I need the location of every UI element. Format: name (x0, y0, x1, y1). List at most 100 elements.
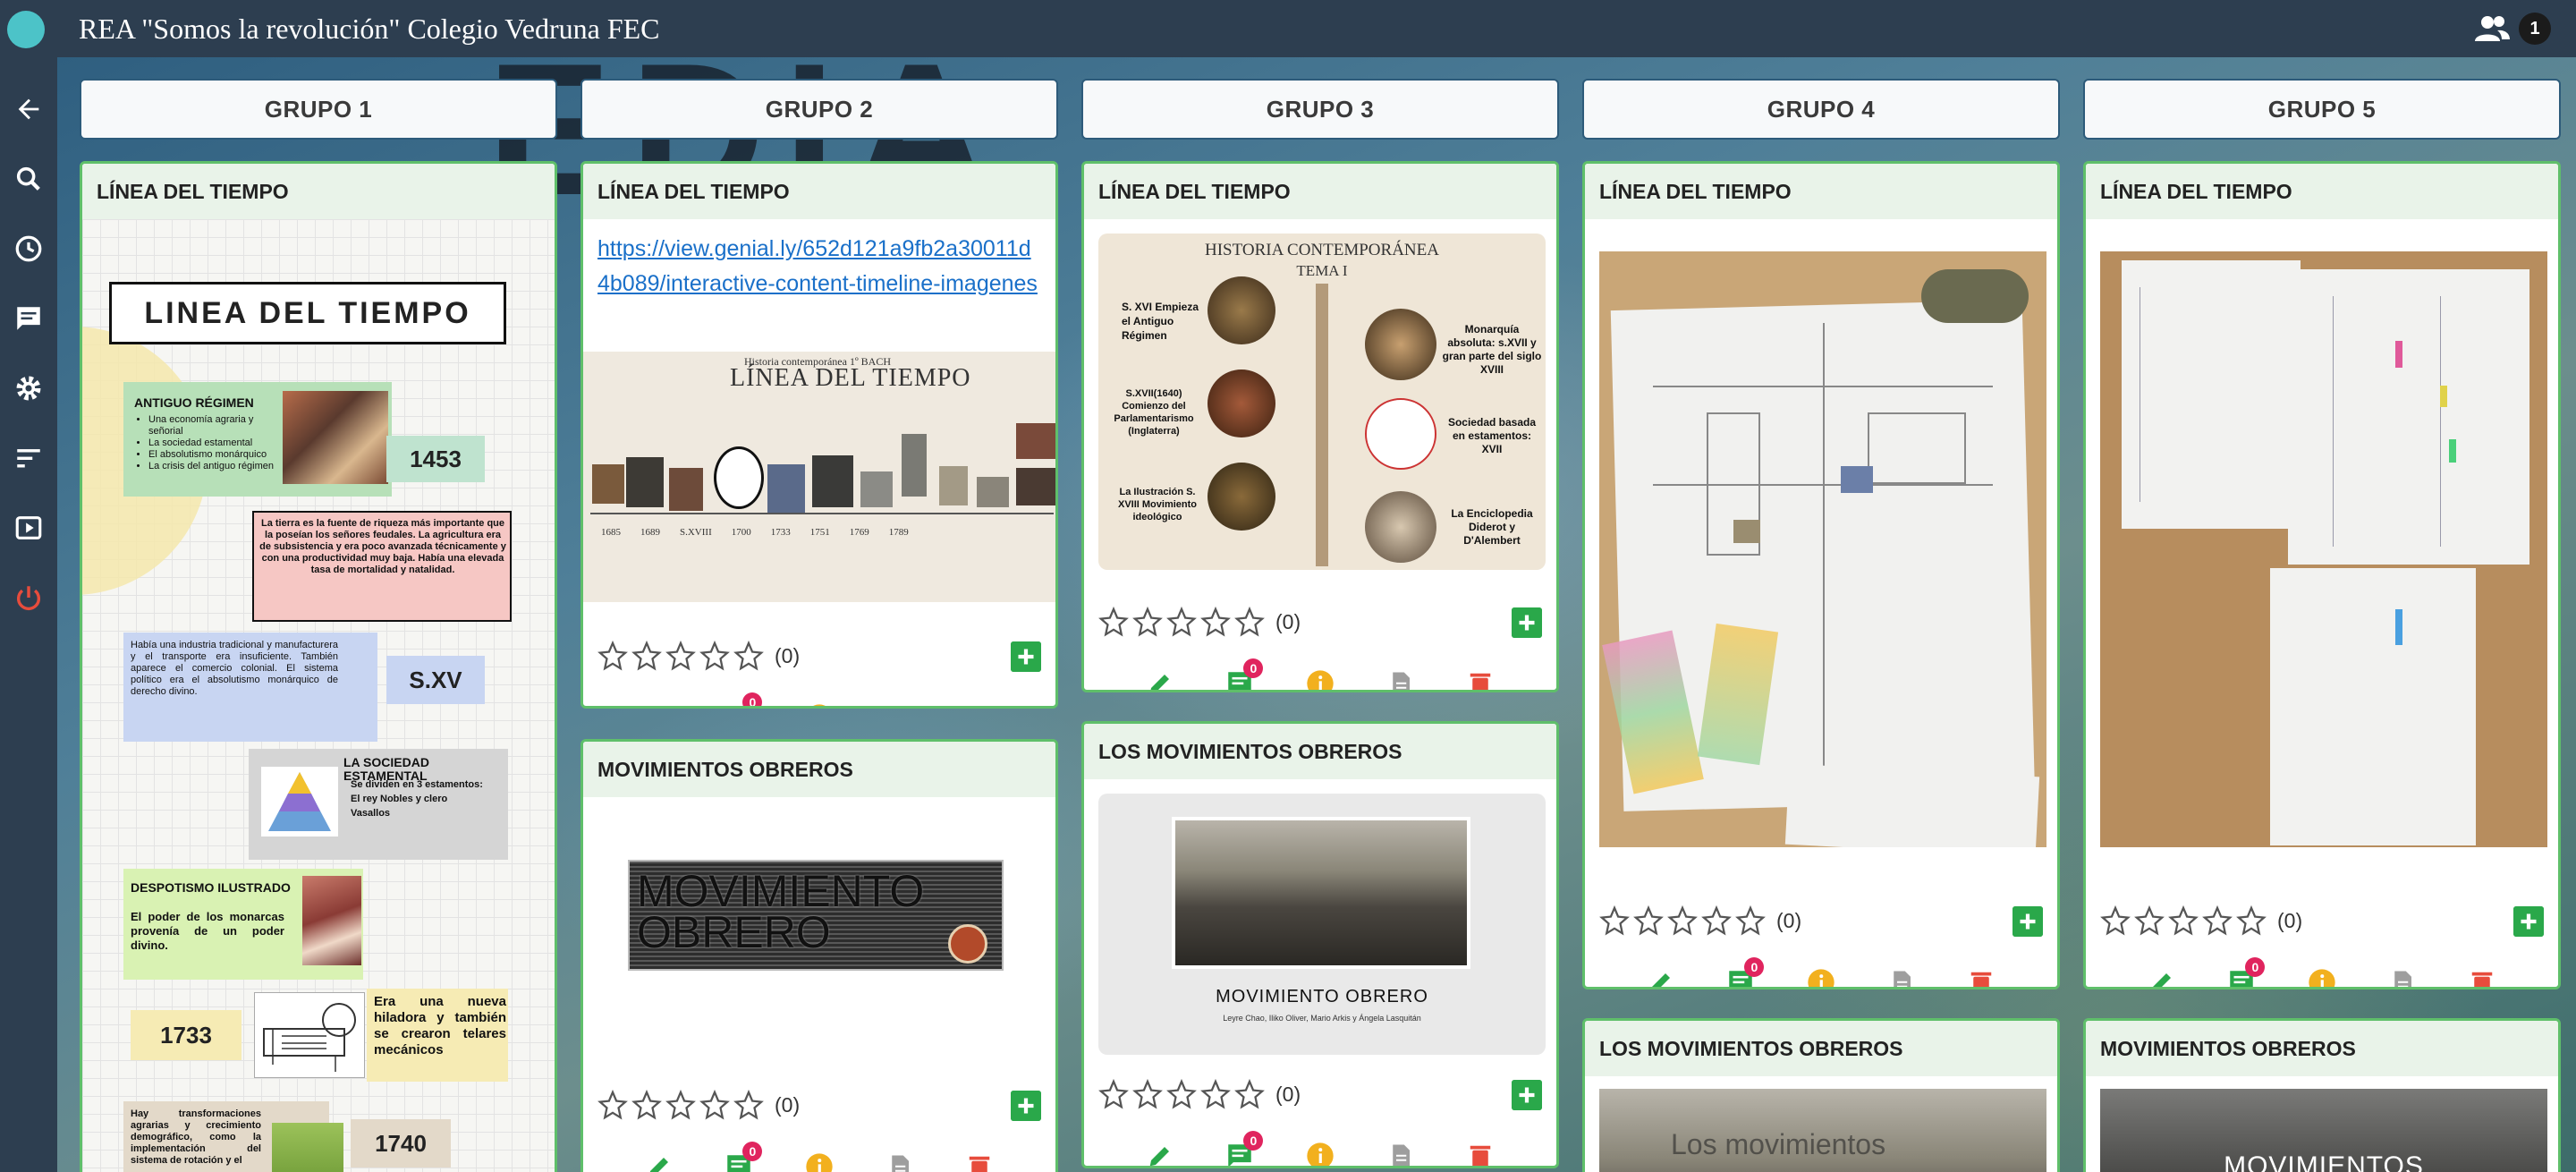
historia-contemporanea-image[interactable]: HISTORIA CONTEMPORÁNEA TEMA I S. XVI Emp… (1098, 234, 1546, 570)
document-icon[interactable] (1385, 1140, 1417, 1166)
info-icon[interactable] (1304, 1140, 1336, 1166)
star-icon[interactable] (2202, 905, 2233, 936)
star-icon[interactable] (733, 641, 764, 671)
add-comment-icon[interactable] (1512, 607, 1542, 638)
delete-icon[interactable] (963, 1151, 996, 1172)
info-icon[interactable] (2306, 966, 2338, 987)
add-comment-icon[interactable] (1512, 1080, 1542, 1110)
post-card[interactable]: LOS MOVIMIENTOS OBREROS MOVIMIENTO OBRER… (1081, 721, 1559, 1168)
info-icon[interactable] (803, 701, 835, 706)
delete-icon[interactable] (1965, 966, 1997, 987)
star-icon[interactable] (1667, 905, 1698, 936)
post-card[interactable]: LÍNEA DEL TIEMPO (0) 0 (1582, 161, 2060, 989)
info-icon[interactable] (1304, 667, 1336, 690)
star-icon[interactable] (631, 641, 662, 671)
star-rating[interactable]: (0) (1098, 1076, 1301, 1112)
star-icon[interactable] (597, 1090, 628, 1120)
post-card[interactable]: LOS MOVIMIENTOS OBREROS Los movimientos (1582, 1018, 2060, 1172)
star-icon[interactable] (1200, 1079, 1231, 1109)
star-icon[interactable] (699, 641, 730, 671)
group-header-1[interactable]: GRUPO 1 (80, 79, 557, 140)
group-header-3[interactable]: GRUPO 3 (1081, 79, 1559, 140)
star-icon[interactable] (1098, 607, 1129, 637)
genially-link[interactable]: https://view.genial.ly/652d121a9fb2a3001… (583, 219, 1055, 307)
document-icon[interactable] (1885, 966, 1918, 987)
star-icon[interactable] (2168, 905, 2199, 936)
post-card[interactable]: MOVIMIENTOS OBREROS MOVIMIENTOS (2083, 1018, 2561, 1172)
star-icon[interactable] (2236, 905, 2267, 936)
delete-icon[interactable] (2466, 966, 2498, 987)
chat-icon[interactable] (11, 301, 47, 336)
handmade-timeline-photo[interactable] (1599, 251, 2046, 847)
star-icon[interactable] (665, 1090, 696, 1120)
movimientos-image[interactable]: Los movimientos (1599, 1089, 2046, 1172)
info-icon[interactable] (803, 1151, 835, 1172)
image-icon[interactable] (884, 701, 916, 706)
edit-icon[interactable] (1144, 1140, 1176, 1166)
delete-icon[interactable] (1464, 1140, 1496, 1166)
back-icon[interactable] (11, 91, 47, 127)
search-icon[interactable] (11, 161, 47, 197)
app-logo[interactable] (7, 11, 45, 48)
delete-icon[interactable] (963, 701, 996, 706)
star-icon[interactable] (1701, 905, 1732, 936)
add-comment-icon[interactable] (1011, 641, 1041, 672)
star-icon[interactable] (733, 1090, 764, 1120)
star-icon[interactable] (665, 641, 696, 671)
edit-icon[interactable] (1144, 667, 1176, 690)
users-icon[interactable] (2474, 14, 2510, 43)
post-card[interactable]: LÍNEA DEL TIEMPO (0) 0 (2083, 161, 2561, 989)
post-card[interactable]: LÍNEA DEL TIEMPO LINEA DEL TIEMPO ANTIGU… (80, 161, 557, 1172)
star-icon[interactable] (1132, 607, 1163, 637)
star-icon[interactable] (1633, 905, 1664, 936)
star-icon[interactable] (2134, 905, 2165, 936)
comments-icon[interactable]: 0 (1224, 658, 1264, 690)
comments-icon[interactable]: 0 (2225, 957, 2266, 987)
post-card[interactable]: MOVIMIENTOS OBREROS MOVIMIENTO OBRERO (0… (580, 739, 1058, 1172)
group-header-2[interactable]: GRUPO 2 (580, 79, 1058, 140)
add-comment-icon[interactable] (1011, 1091, 1041, 1121)
edit-icon[interactable] (2146, 966, 2178, 987)
delete-icon[interactable] (1464, 667, 1496, 690)
comments-icon[interactable]: 0 (723, 1142, 763, 1172)
edit-icon[interactable] (643, 1151, 675, 1172)
star-icon[interactable] (597, 641, 628, 671)
add-comment-icon[interactable] (2513, 906, 2544, 937)
edit-icon[interactable] (643, 701, 675, 706)
star-icon[interactable] (1166, 607, 1197, 637)
add-comment-icon[interactable] (2012, 906, 2043, 937)
star-icon[interactable] (1166, 1079, 1197, 1109)
star-icon[interactable] (1234, 1079, 1265, 1109)
star-icon[interactable] (1599, 905, 1630, 936)
power-icon[interactable] (11, 580, 47, 616)
star-rating[interactable]: (0) (1599, 903, 1801, 938)
star-icon[interactable] (1234, 607, 1265, 637)
sort-icon[interactable] (11, 440, 47, 476)
star-icon[interactable] (1132, 1079, 1163, 1109)
handwritten-timeline-photo[interactable] (2100, 251, 2547, 847)
star-rating[interactable]: (0) (1098, 604, 1301, 640)
post-card[interactable]: LÍNEA DEL TIEMPO https://view.genial.ly/… (580, 161, 1058, 709)
star-icon[interactable] (1735, 905, 1766, 936)
document-icon[interactable] (2386, 966, 2419, 987)
settings-icon[interactable] (11, 370, 47, 406)
comments-icon[interactable]: 0 (1224, 1131, 1264, 1166)
star-icon[interactable] (699, 1090, 730, 1120)
movimiento-obrero-slide[interactable]: MOVIMIENTO OBRERO Leyre Chao, Iliko Oliv… (1098, 794, 1546, 1055)
comments-icon[interactable]: 0 (1724, 957, 1765, 987)
document-icon[interactable] (1385, 667, 1417, 690)
star-rating[interactable]: (0) (597, 638, 800, 674)
info-icon[interactable] (1805, 966, 1837, 987)
group-header-4[interactable]: GRUPO 4 (1582, 79, 2060, 140)
star-rating[interactable]: (0) (2100, 903, 2302, 938)
star-icon[interactable] (1200, 607, 1231, 637)
star-icon[interactable] (1098, 1079, 1129, 1109)
genially-preview[interactable]: Historia contemporánea 1º BACH LÍNEA DEL… (583, 352, 1055, 602)
document-icon[interactable] (884, 1151, 916, 1172)
history-icon[interactable] (11, 231, 47, 267)
movimientos-image[interactable]: MOVIMIENTOS (2100, 1089, 2547, 1172)
edit-icon[interactable] (1645, 966, 1677, 987)
comments-icon[interactable]: 0 (723, 692, 763, 706)
slideshow-icon[interactable] (11, 510, 47, 546)
star-icon[interactable] (2100, 905, 2131, 936)
